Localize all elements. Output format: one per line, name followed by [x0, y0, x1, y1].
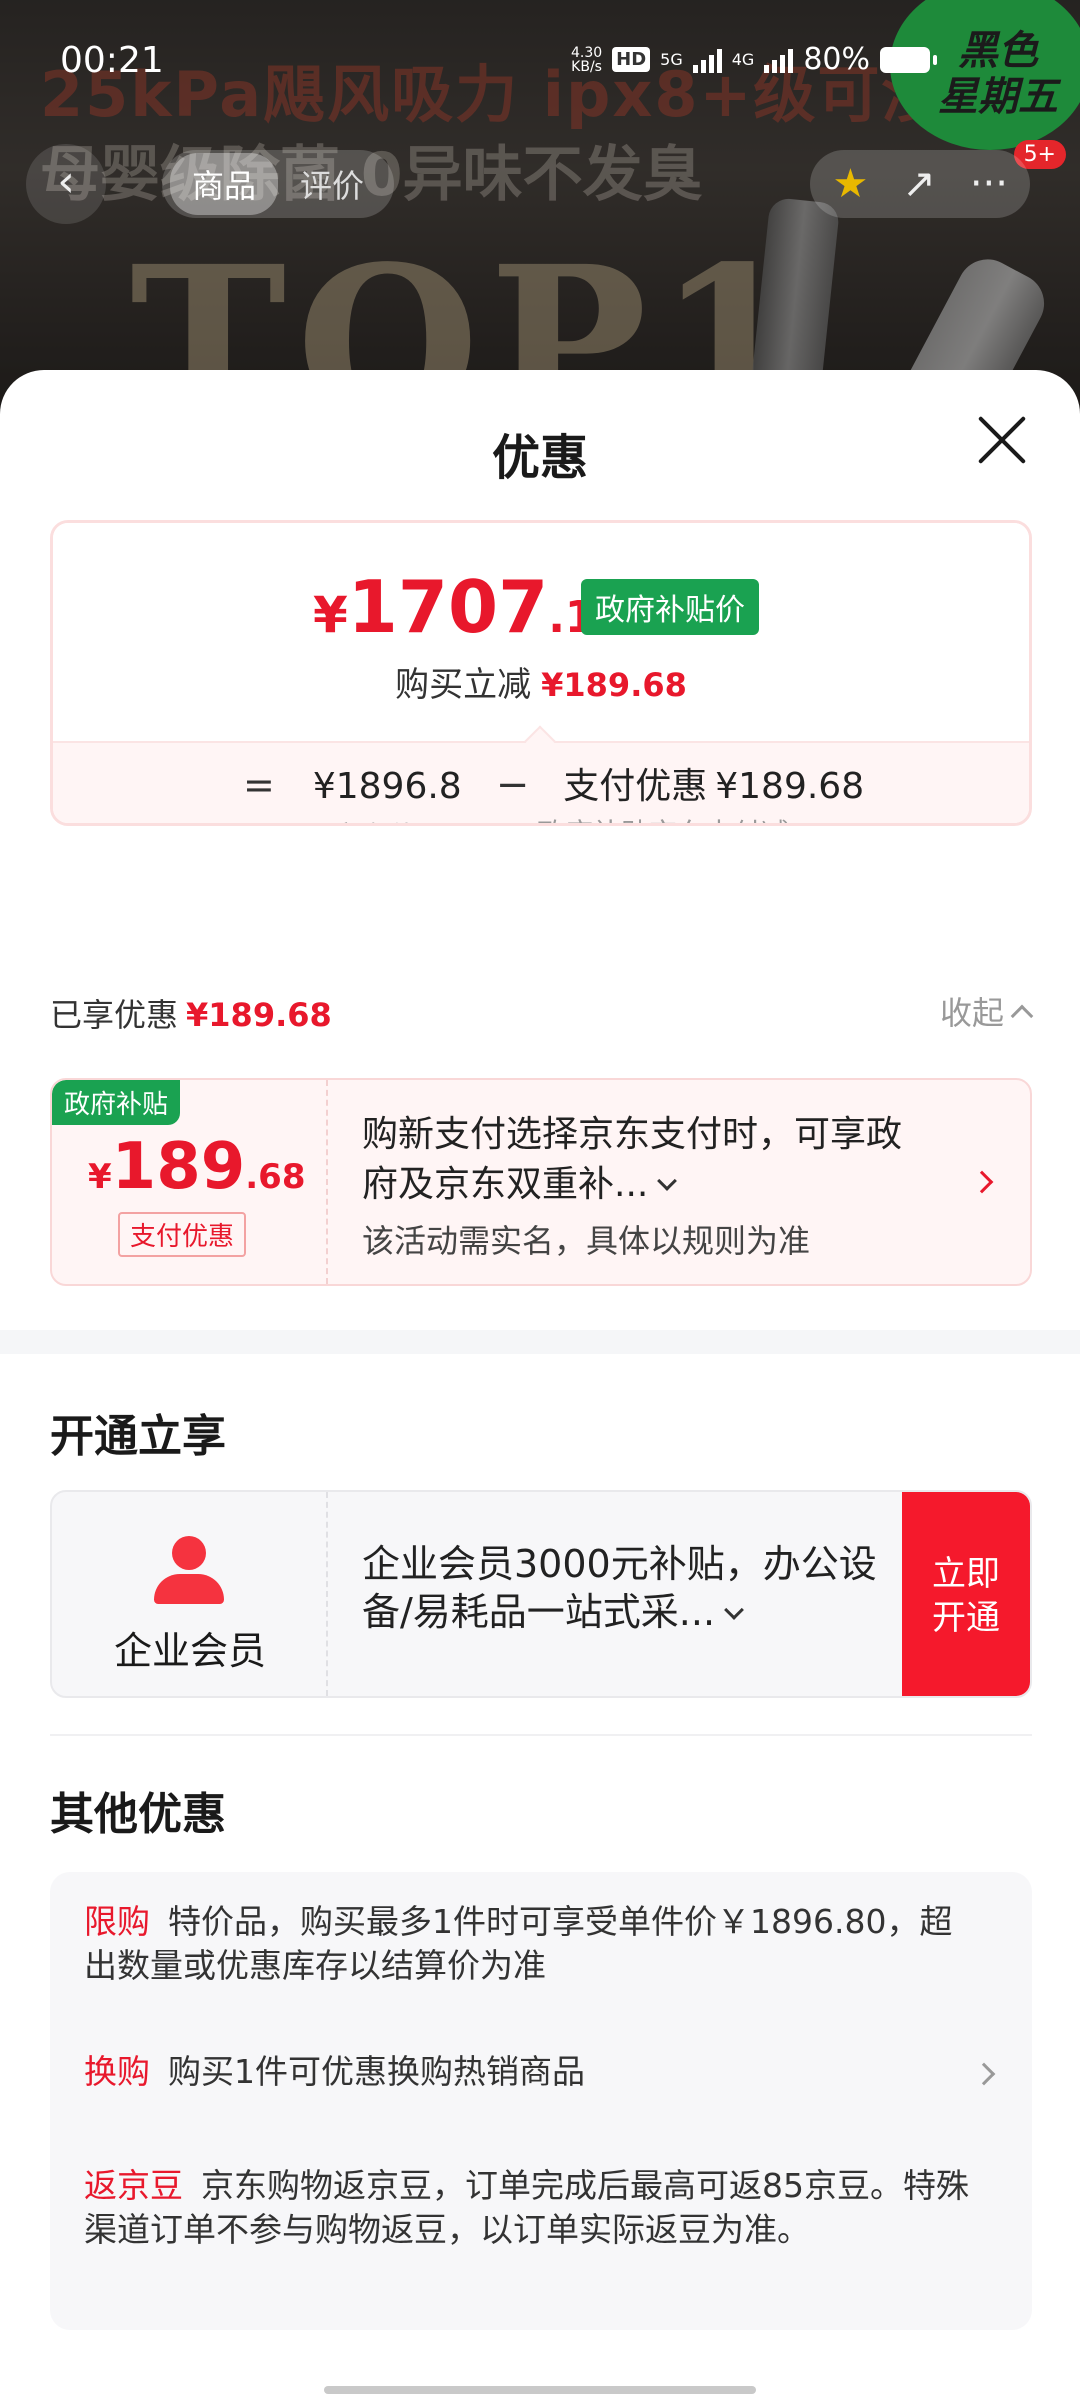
discount-sheet: 优惠 ¥1707.12 政府补贴价 购买立减¥189.68 = ¥1896.8 … — [0, 370, 1080, 2400]
chevron-right-icon[interactable] — [970, 1170, 994, 1194]
status-icons: 4.30 KB/s HD 5G 4G 80% — [571, 42, 937, 77]
enjoyed-label: 已享优惠 — [50, 996, 179, 1034]
other-item-text: 特价品，购买最多1件时可享受单件价￥1896.80，超出数量或优惠库存以结算价为… — [84, 1902, 953, 1985]
minus-sign: − — [495, 762, 530, 808]
member-label: 企业会员 — [113, 1629, 266, 1673]
more-icon[interactable]: ··· — [970, 161, 1008, 207]
other-item-text: 京东购物返京豆，订单完成后最高可返85京豆。特殊渠道订单不参与购物返豆，以订单实… — [84, 2166, 969, 2249]
share-icon[interactable]: ↗ — [902, 161, 936, 207]
section-gap — [0, 1330, 1080, 1354]
equals-sign: = — [243, 763, 275, 807]
hd-icon: HD — [612, 47, 651, 72]
home-indicator[interactable] — [324, 2386, 756, 2394]
open-section-title: 开通立享 — [50, 1411, 226, 1462]
nav-actions: ★ ↗ ··· — [810, 150, 1030, 218]
status-bar: 00:21 4.30 KB/s HD 5G 4G 80% — [0, 0, 1080, 120]
pay-discount-label: 支付优惠 — [563, 766, 708, 807]
chevron-down-icon[interactable] — [657, 1171, 678, 1191]
reduce-amount: ¥189.68 — [541, 666, 687, 704]
other-item-text: 购买1件可优惠换购热销商品 — [168, 2052, 585, 2091]
collapse-toggle[interactable]: 收起 — [939, 988, 1034, 1034]
divider — [50, 1734, 1032, 1736]
status-time: 00:21 — [60, 40, 164, 81]
tab-product[interactable]: 商品 — [170, 153, 279, 215]
battery-icon — [880, 46, 937, 73]
gov-subsidy-price-tag: 政府补贴价 — [581, 579, 759, 635]
final-price: ¥1707.12 — [313, 565, 626, 649]
net-speed-value: 4.30 — [570, 44, 603, 61]
chevron-up-icon — [1010, 1004, 1034, 1028]
other-item-beans: 返京豆 京东购物返京豆，订单完成后最高可返85京豆。特殊渠道订单不参与购物返豆，以… — [84, 2164, 984, 2252]
other-item-key: 换购 — [84, 2052, 150, 2091]
other-item-key: 返京豆 — [84, 2166, 183, 2205]
other-discounts-card: 限购 特价品，购买最多1件时可享受单件价￥1896.80，超出数量或优惠库存以结算… — [50, 1872, 1032, 2330]
other-item-limit: 限购 特价品，购买最多1件时可享受单件价￥1896.80，超出数量或优惠库存以结算… — [84, 1900, 984, 1988]
subsidy-desc-text: 购新支付选择京东支付时，可享政府及京东双重补... — [362, 1114, 903, 1205]
subsidy-yen: ¥ — [88, 1157, 112, 1197]
subsidy-description[interactable]: 购新支付选择京东支付时，可享政府及京东双重补... — [362, 1110, 922, 1210]
enterprise-member-card[interactable]: 企业会员 企业会员3000元补贴，办公设备/易耗品一站式采... 立即 开通 — [50, 1490, 1032, 1698]
pay-discount-pill: 支付优惠 — [118, 1212, 247, 1257]
pay-discount-caption: 政府补贴京东支付减189.68 — [537, 815, 857, 823]
subsidy-integer: 189 — [111, 1130, 246, 1204]
signal-icon-2 — [764, 47, 794, 73]
enjoyed-amount: ¥189.68 — [186, 996, 332, 1034]
coupon-divider — [326, 1080, 328, 1284]
net-speed-unit: KB/s — [571, 58, 602, 75]
open-now-button[interactable]: 立即 开通 — [902, 1492, 1030, 1696]
subsidy-note: 该活动需实名，具体以规则为准 — [362, 1222, 811, 1260]
subsidy-amount: ¥189.68 — [88, 1130, 306, 1204]
gov-subsidy-tag: 政府补贴 — [52, 1080, 181, 1125]
price-yen: ¥ — [313, 586, 348, 644]
signal-icon — [692, 47, 722, 73]
other-item-exchange[interactable]: 换购 购买1件可优惠换购热销商品 — [84, 2050, 984, 2094]
price-top: ¥1707.12 政府补贴价 购买立减¥189.68 — [53, 523, 1029, 741]
favorite-star-icon[interactable]: ★ — [832, 161, 868, 207]
gov-subsidy-coupon[interactable]: 政府补贴 ¥189.68 支付优惠 购新支付选择京东支付时，可享政府及京东双重补… — [50, 1078, 1032, 1286]
price-summary-card: ¥1707.12 政府补贴价 购买立减¥189.68 = ¥1896.8 − 支… — [50, 520, 1032, 826]
member-divider — [326, 1492, 328, 1696]
jd-price: ¥1896.8 — [312, 766, 462, 807]
open-now-line1: 立即 — [932, 1554, 1000, 1594]
net-speed: 4.30 KB/s — [571, 46, 602, 74]
reduce-label: 购买立减 — [395, 665, 532, 705]
sim-5g-label: 5G — [660, 50, 683, 69]
open-now-line2: 开通 — [932, 1598, 1000, 1638]
chevron-down-icon[interactable] — [724, 1600, 744, 1620]
jd-price-caption: 京东价 — [333, 815, 417, 823]
other-section-title: 其他优惠 — [50, 1789, 226, 1840]
back-icon[interactable]: ‹ — [26, 144, 106, 224]
member-description[interactable]: 企业会员3000元补贴，办公设备/易耗品一站式采... — [362, 1540, 902, 1636]
close-icon[interactable] — [974, 412, 1030, 468]
collapse-label: 收起 — [939, 994, 1004, 1032]
reduce-line: 购买立减 ¥189.68 — [53, 657, 1029, 706]
member-desc-text: 企业会员3000元补贴，办公设备/易耗品一站式采... — [362, 1542, 877, 1634]
price-integer: 1707 — [347, 565, 549, 649]
product-navbar: ‹ 商品 评价 ★ ↗ ··· — [26, 144, 1040, 224]
sim-4g-label: 4G — [731, 50, 755, 69]
enjoyed-discount: 已享优惠 ¥189.68 — [50, 990, 332, 1036]
nav-tabs: 商品 评价 — [162, 150, 395, 218]
other-item-key: 限购 — [84, 1902, 150, 1941]
sheet-title: 优惠 — [491, 430, 588, 486]
battery-percent: 80% — [803, 42, 870, 77]
tab-reviews[interactable]: 评价 — [278, 153, 386, 215]
user-icon — [152, 1536, 224, 1604]
pay-discount-amount: ¥189.68 — [715, 766, 865, 807]
subsidy-decimal: .68 — [245, 1157, 306, 1197]
formula-row: = ¥1896.8 − 支付优惠 ¥189.68 — [243, 757, 864, 809]
